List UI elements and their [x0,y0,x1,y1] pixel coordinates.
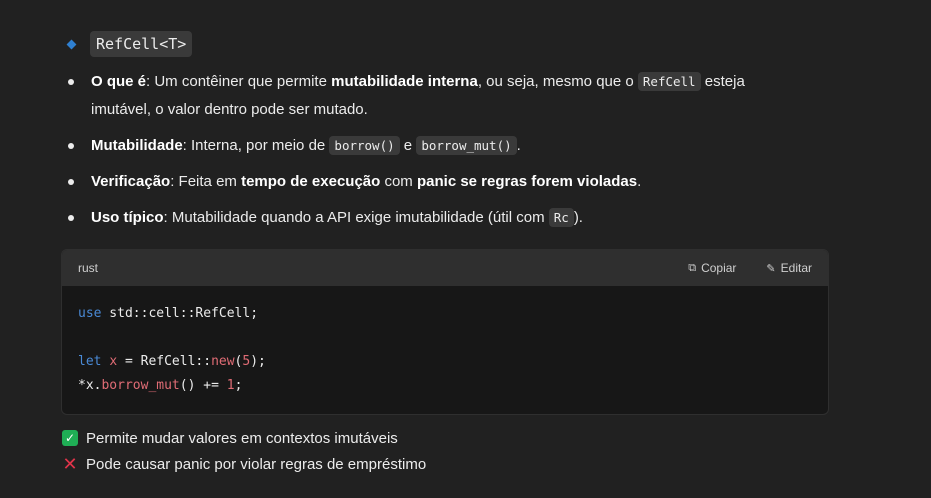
bullet-text: , ou seja, mesmo que o [477,73,638,90]
bullet-dot-icon [68,79,74,85]
bullet-dot-icon [68,143,74,149]
code-block: rust ⧉ Copiar ✎ Editar use std::cell::Re… [61,249,829,415]
code-text: = RefCell:: [117,354,212,369]
code-text: ; [234,378,243,393]
bullet-text: : Feita em [170,173,242,190]
bullet-text: e [399,137,417,154]
code-number: 1 [226,378,235,393]
checklist-text: Pode causar panic por violar regras de e… [86,455,427,473]
checklist: ✓ Permite mudar valores em contextos imu… [62,425,426,477]
bullet-text: . [637,173,642,190]
copy-button[interactable]: ⧉ Copiar [688,261,736,275]
code-language-label: rust [78,261,99,275]
bullet-text: : Interna, por meio de [182,137,330,154]
checklist-item-pro: ✓ Permite mudar valores em contextos imu… [62,425,426,451]
copy-label: Copiar [701,261,737,275]
code-text: std::cell::RefCell; [101,306,259,321]
bullet-label: O que é [91,73,147,90]
code-line: use std::cell::RefCell; [78,302,812,326]
inline-code: borrow_mut() [416,136,517,155]
heading-code: RefCell<T> [90,31,193,57]
bullet-text: esteja [700,73,745,90]
bullet-text: . [516,137,521,154]
edit-label: Editar [780,261,812,275]
bullet-label: Uso típico [91,209,164,226]
bullet-list: O que é: Um contêiner que permite mutabi… [68,68,808,240]
code-line: let x = RefCell::new(5); [78,350,812,374]
bullet-bold: tempo de execução [241,173,381,190]
bullet-dot-icon [68,179,74,185]
code-keyword: use [78,306,102,321]
code-text: *x. [78,378,102,393]
x-icon: ✕ [62,454,78,474]
copy-icon: ⧉ [688,261,697,274]
bullet-label: Verificação [91,173,171,190]
list-item: Verificação: Feita em tempo de execução … [68,168,808,196]
bullet-label: Mutabilidade [91,137,183,154]
checklist-text: Permite mudar valores em contextos imutá… [86,429,398,447]
bullet-bold: panic se regras forem violadas [416,173,638,190]
bullet-dot-icon [68,215,74,221]
section-heading: RefCell<T> [66,31,193,57]
list-item: O que é: Um contêiner que permite mutabi… [68,68,808,124]
code-text: () += [179,378,227,393]
code-keyword: let [78,354,102,369]
bullet-text: com [380,173,417,190]
bullet-text: : Mutabilidade quando a API exige imutab… [163,209,549,226]
pencil-icon: ✎ [766,262,776,275]
code-function: borrow_mut [101,378,180,393]
inline-code: Rc [548,208,574,227]
edit-button[interactable]: ✎ Editar [766,261,812,275]
list-item: Mutabilidade: Interna, por meio de borro… [68,132,808,160]
bullet-text: imutável, o valor dentro pode ser mutado… [91,101,368,118]
code-line: *x.borrow_mut() += 1; [78,374,812,398]
code-block-header: rust ⧉ Copiar ✎ Editar [62,250,828,286]
check-icon: ✓ [62,430,78,446]
inline-code: RefCell [637,72,701,91]
checklist-item-con: ✕ Pode causar panic por violar regras de… [62,451,426,477]
inline-code: borrow() [329,136,400,155]
list-item: Uso típico: Mutabilidade quando a API ex… [68,204,808,232]
bullet-text: : Um contêiner que permite [146,73,332,90]
code-text: ); [250,354,266,369]
code-variable: x [109,354,118,369]
bullet-text: ). [573,209,583,226]
code-content[interactable]: use std::cell::RefCell; let x = RefCell:… [62,286,828,414]
diamond-bullet-icon [66,39,77,49]
bullet-bold: mutabilidade interna [331,73,478,90]
code-function: new [211,354,235,369]
